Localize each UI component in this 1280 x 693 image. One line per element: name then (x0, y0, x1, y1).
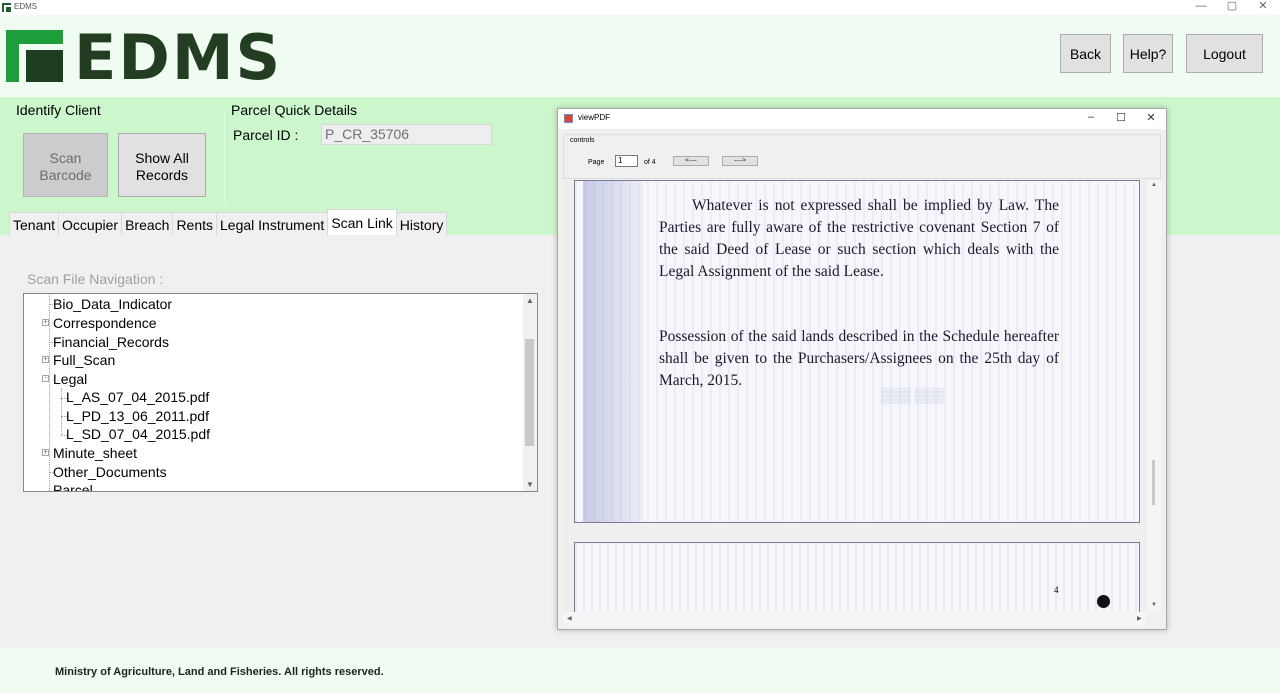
controls-label: controls (570, 137, 595, 144)
panel-divider (224, 112, 225, 204)
tree-item-financial-records[interactable]: Financial_Records (53, 334, 169, 350)
collapse-icon[interactable]: - (42, 375, 49, 382)
scroll-down-icon[interactable]: ▼ (1151, 602, 1157, 608)
scroll-up-icon[interactable]: ▲ (1151, 182, 1157, 188)
tab-tenant[interactable]: Tenant (9, 212, 60, 236)
pdf-page: 4 (574, 542, 1140, 612)
tree-item-other-documents[interactable]: Other_Documents (53, 464, 167, 480)
pdf-viewer-window: viewPDF – ☐ ✕ controls Page 1 of 4 <----… (557, 108, 1167, 630)
tab-history[interactable]: History (395, 212, 448, 236)
back-button[interactable]: Back (1060, 34, 1111, 73)
show-all-line1: Show All (135, 150, 189, 166)
tree-item-minute-sheet[interactable]: Minute_sheet (53, 445, 137, 461)
next-page-button[interactable]: ----> (722, 156, 758, 166)
minimize-icon[interactable]: — (1186, 0, 1216, 15)
expand-icon[interactable]: + (42, 319, 49, 326)
expand-icon[interactable]: + (42, 449, 49, 456)
pdf-vertical-scrollbar[interactable]: ▲ ▼ (1147, 180, 1161, 612)
tab-occupier[interactable]: Occupier (58, 212, 123, 236)
scroll-right-icon[interactable]: ▶ (1137, 615, 1142, 622)
expand-icon[interactable]: + (42, 356, 49, 363)
help-button[interactable]: Help? (1123, 34, 1173, 73)
app-icon (2, 3, 11, 12)
scroll-left-icon[interactable]: ◀ (567, 615, 572, 622)
app-header: EDMS Back Help? Logout (0, 15, 1280, 97)
copyright-text: Ministry of Agriculture, Land and Fisher… (55, 666, 384, 678)
previous-page-button[interactable]: <---- (673, 156, 709, 166)
logo-mark (6, 30, 63, 82)
scan-file-navigation-label: Scan File Navigation : (27, 271, 164, 287)
scan-file-tree[interactable]: Bio_Data_Indicator + Correspondence Fina… (23, 293, 538, 492)
tree-item-parcel[interactable]: Parcel (53, 482, 93, 491)
tree-item-pdf-file[interactable]: L_PD_13_06_2011.pdf (66, 408, 209, 424)
tree-item-correspondence[interactable]: Correspondence (53, 315, 157, 331)
close-icon[interactable]: ✕ (1248, 0, 1278, 15)
tree-line (49, 294, 50, 491)
tree-scrollbar[interactable]: ▲ ▼ (523, 294, 537, 491)
tree-item-legal[interactable]: Legal (53, 371, 87, 387)
tree-item-full-scan[interactable]: Full_Scan (53, 352, 115, 368)
maximize-icon[interactable]: ▢ (1217, 0, 1247, 15)
punch-hole-mark (1097, 595, 1110, 608)
parcel-quick-details-label: Parcel Quick Details (231, 102, 358, 118)
pdf-horizontal-scrollbar[interactable]: ◀ ▶ (563, 612, 1147, 626)
pdf-paragraph: Whatever is not expressed shall be impli… (659, 197, 1059, 280)
scan-barcode-line2: Barcode (39, 167, 92, 183)
logout-button[interactable]: Logout (1186, 34, 1263, 73)
controls-group: controls Page 1 of 4 <---- ----> (563, 134, 1161, 179)
maximize-icon[interactable]: ☐ (1110, 111, 1132, 124)
page-number: 4 (1054, 585, 1059, 595)
page-number-input[interactable]: 1 (615, 155, 638, 167)
parcel-id-label: Parcel ID : (233, 127, 299, 143)
scan-barcode-line1: Scan (49, 150, 82, 166)
pdf-paragraph: Possession of the said lands described i… (659, 328, 1059, 389)
scan-barcode-button[interactable]: Scan Barcode (23, 133, 108, 197)
app-footer: Ministry of Agriculture, Land and Fisher… (0, 648, 1280, 693)
tab-breach[interactable]: Breach (121, 212, 174, 236)
show-all-line2: Records (135, 167, 189, 183)
scroll-thumb[interactable] (1152, 460, 1155, 505)
pdf-viewer-title-bar: viewPDF – ☐ ✕ (558, 109, 1166, 129)
tree-item-bio-data-indicator[interactable]: Bio_Data_Indicator (53, 296, 172, 312)
tab-rents[interactable]: Rents (172, 212, 218, 236)
tab-legal-instrument[interactable]: Legal Instrument (216, 212, 329, 236)
tree-item-pdf-file[interactable]: L_AS_07_04_2015.pdf (66, 389, 209, 405)
scroll-up-icon[interactable]: ▲ (526, 296, 534, 305)
pdf-document-view[interactable]: ▒▒▒ ▒▒▒ Whatever is not expressed shall … (563, 180, 1161, 612)
record-tabs: Tenant Occupier Breach Rents Legal Instr… (9, 209, 448, 236)
identify-client-label: Identify Client (16, 102, 101, 118)
tree-item-pdf-file[interactable]: L_SD_07_04_2015.pdf (66, 426, 210, 442)
edms-logo: EDMS (6, 24, 280, 92)
window-title-bar: EDMS — ▢ ✕ (0, 0, 1280, 15)
scroll-down-icon[interactable]: ▼ (526, 480, 534, 489)
close-icon[interactable]: ✕ (1140, 111, 1162, 124)
tab-scan-link[interactable]: Scan Link (327, 209, 397, 235)
scroll-thumb[interactable] (525, 339, 534, 446)
window-title: EDMS (14, 2, 38, 11)
page-count-label: of 4 (644, 159, 656, 166)
pdf-viewer-title: viewPDF (578, 113, 611, 122)
minimize-icon[interactable]: – (1080, 111, 1102, 123)
parcel-id-field[interactable]: P_CR_35706 (321, 124, 492, 145)
page-label: Page (588, 159, 605, 166)
logo-text: EDMS (74, 21, 283, 94)
show-all-records-button[interactable]: Show All Records (118, 133, 206, 197)
pdf-page: ▒▒▒ ▒▒▒ Whatever is not expressed shall … (574, 180, 1140, 523)
tree-line (61, 388, 62, 436)
pdf-app-icon (564, 114, 573, 123)
